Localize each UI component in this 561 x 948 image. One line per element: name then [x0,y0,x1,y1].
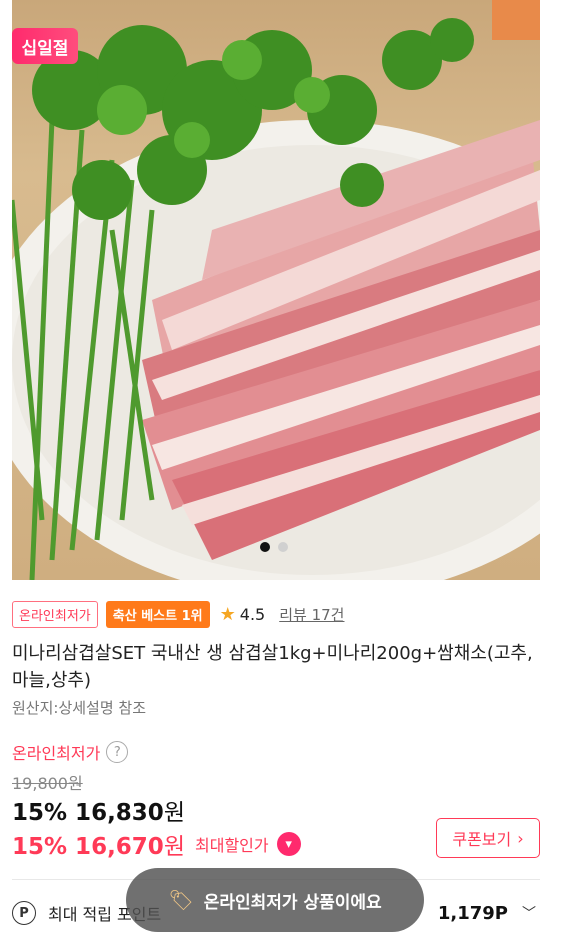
product-image[interactable]: 십일절 [12,0,540,580]
toast-message: 🏷 온라인최저가 상품이에요 [126,868,424,932]
toast-text: 온라인최저가 상품이에요 [203,892,382,913]
currency-unit: 원 [163,834,185,860]
discount-price-amount: 15% 16,830 [12,800,164,826]
category-best-tag: 축산 베스트 1위 [105,600,210,628]
discount-price: 15% 16,830원 [12,793,185,827]
max-discount-amount: 15% 16,670 [12,834,164,860]
star-icon: ★ [219,603,236,625]
max-discount-price-row: 15% 16,670원 최대할인가 ▾ [12,827,301,861]
help-icon[interactable]: ? [106,741,129,763]
product-tags: 온라인최저가 축산 베스트 1위 ★ 4.5 리뷰 17건 [12,600,344,628]
product-title: 미나리삼겹살SET 국내산 생 삼겹살1kg+미나리200g+쌈채소(고추,마늘… [12,643,533,691]
chevron-down-badge-icon[interactable]: ▾ [276,832,301,856]
chevron-right-icon: › [517,828,524,848]
rating-value: 4.5 [239,604,266,624]
review-link[interactable]: 리뷰 17건 [279,604,344,625]
original-price: 19,800원 [12,774,83,793]
carousel-dot-2[interactable] [278,542,288,552]
online-lowest-tag: 온라인최저가 [12,600,98,628]
product-photo [12,0,540,580]
point-icon: P [12,901,36,925]
max-discount-price: 15% 16,670원 [12,827,185,861]
max-discount-label: 최대할인가 [195,836,269,855]
tag-icon: 🏷 [168,888,194,912]
lowest-price-label: 온라인최저가 [12,744,101,763]
product-origin: 원산지:상세설명 참조 [12,699,147,717]
chevron-down-icon[interactable]: ﹀ [522,903,536,923]
sale-badge: 십일절 [12,28,78,64]
coupon-button-label: 쿠폰보기 [452,830,512,849]
rating: ★ 4.5 [220,604,266,625]
points-value: 1,179P [437,902,508,924]
carousel-dot-1[interactable] [260,542,270,552]
carousel-dots [260,542,288,552]
price-label-row: 온라인최저가 ? [12,740,129,764]
coupon-button[interactable]: 쿠폰보기 › [436,818,540,858]
currency-unit: 원 [163,800,185,826]
